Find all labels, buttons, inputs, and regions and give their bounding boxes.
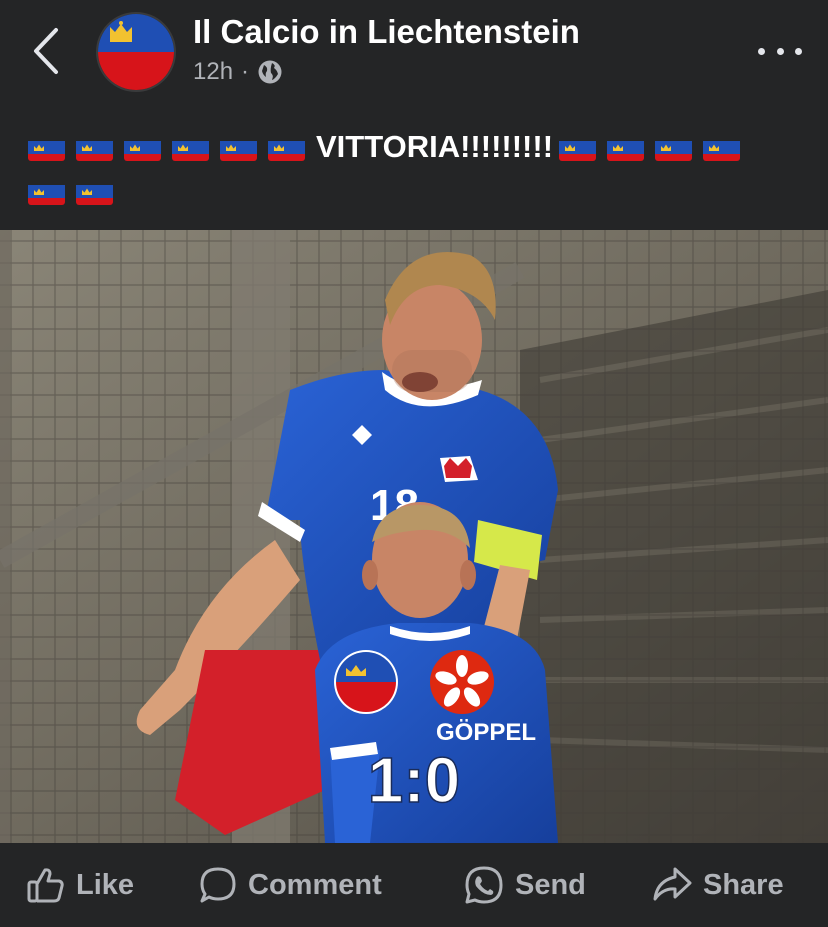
chevron-left-icon [34, 28, 58, 74]
like-button[interactable]: Like [26, 843, 134, 927]
liechtenstein-flag-icon [28, 135, 65, 161]
post-time[interactable]: 12h [193, 58, 233, 86]
liechtenstein-flag-icon [76, 135, 113, 161]
liechtenstein-flag-icon [76, 179, 113, 205]
post-text: VITTORIA!!!!!!!!! [28, 125, 798, 213]
comment-icon [200, 867, 236, 903]
score-text: 1:0 [368, 744, 461, 816]
liechtenstein-flag-icon [655, 135, 693, 161]
comment-label: Comment [248, 868, 382, 901]
share-arrow-icon [653, 867, 692, 901]
player-name-text: GÖPPEL [436, 719, 536, 746]
share-button[interactable]: Share [651, 843, 784, 927]
liechtenstein-flag-icon [28, 179, 65, 205]
more-horizontal-icon [758, 47, 765, 55]
back-button[interactable] [28, 26, 68, 76]
send-button[interactable]: Send [463, 843, 586, 927]
send-label: Send [515, 868, 586, 901]
page-name[interactable]: Il Calcio in Liechtenstein [193, 13, 580, 51]
liechtenstein-flag-icon [703, 135, 741, 161]
more-options-button[interactable] [758, 38, 802, 64]
page-avatar[interactable] [96, 12, 176, 92]
action-bar: Like Comment Send Share [0, 843, 828, 927]
meta-separator: · [241, 58, 250, 85]
globe-icon [258, 60, 282, 84]
liechtenstein-flag-icon [607, 135, 645, 161]
liechtenstein-flag-icon [268, 135, 305, 161]
like-label: Like [76, 868, 135, 901]
share-label: Share [703, 868, 784, 901]
liechtenstein-flag-icon [559, 135, 597, 161]
post-meta: 12h · [193, 58, 283, 86]
away-team-badge [430, 650, 494, 714]
liechtenstein-flag-icon [124, 135, 161, 161]
liechtenstein-flag-icon [172, 135, 209, 161]
thumbs-up-icon [27, 868, 64, 903]
whatsapp-icon [465, 866, 503, 904]
post-message: VITTORIA!!!!!!!!! [316, 129, 554, 164]
post-header: Il Calcio in Liechtenstein 12h · [0, 0, 828, 100]
post-photo[interactable]: 18 GÖPPEL 1:0 [0, 230, 828, 843]
comment-button[interactable]: Comment [198, 843, 382, 927]
liechtenstein-flag-icon [220, 135, 257, 161]
home-team-badge [334, 650, 398, 714]
